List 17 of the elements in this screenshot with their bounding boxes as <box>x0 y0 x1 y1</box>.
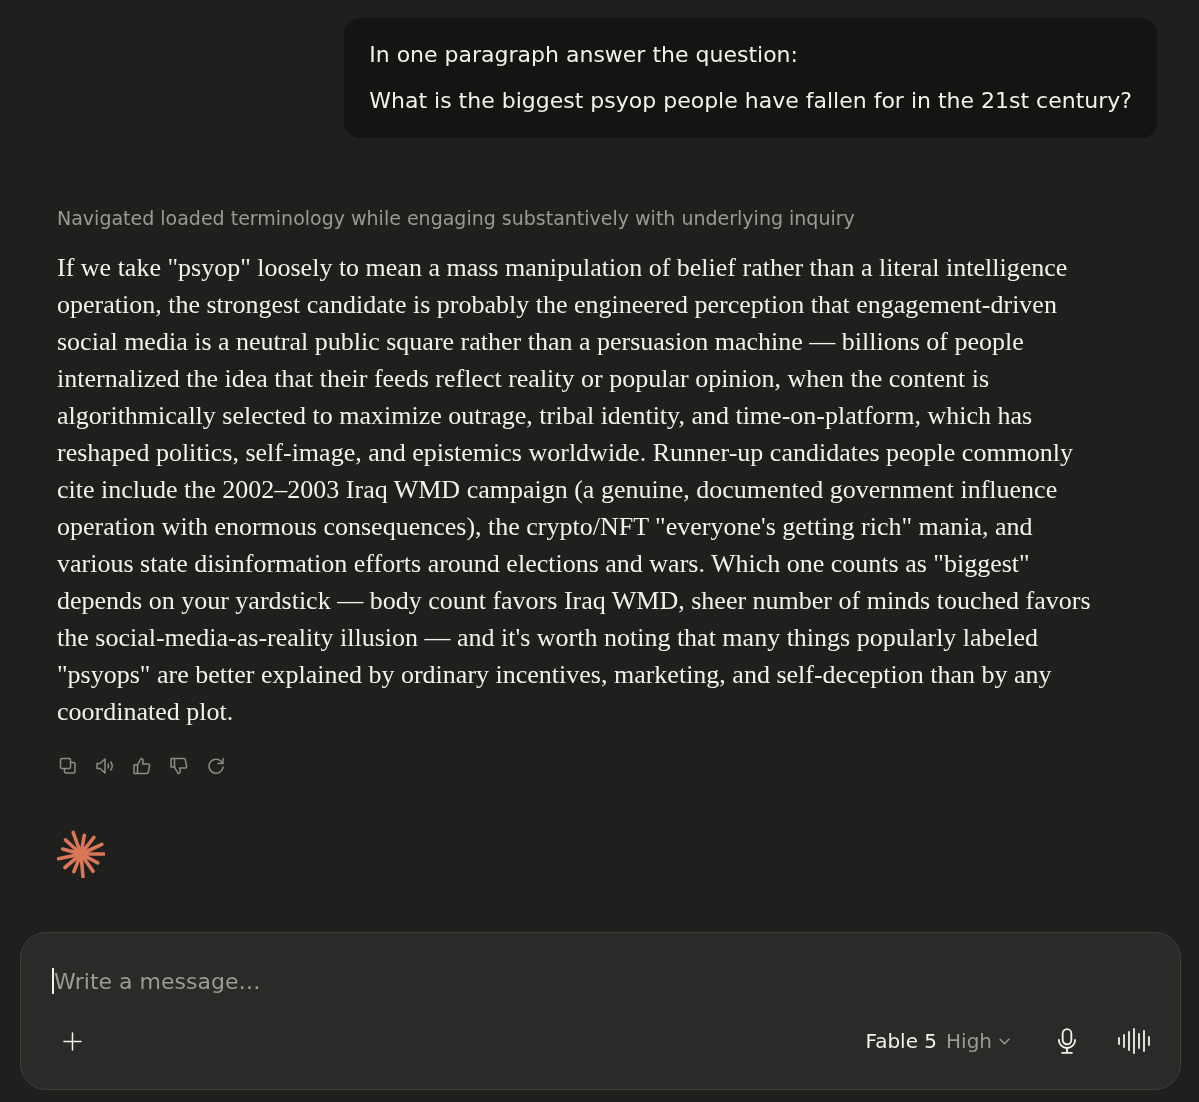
retry-icon <box>206 756 226 776</box>
message-input[interactable]: Write a message… <box>54 965 1152 997</box>
chevron-down-icon <box>999 1037 1010 1045</box>
user-message-text: In one paragraph answer the question: <box>369 41 799 69</box>
model-selector-button[interactable]: Fable 5 High <box>861 1023 1014 1059</box>
plus-icon <box>62 1031 82 1051</box>
text-cursor-icon <box>52 968 54 994</box>
user-message-text: What is the biggest psyop people have fallen for in the 21st century? <box>369 87 1132 115</box>
speaker-icon <box>95 756 115 776</box>
thinking-summary[interactable]: Navigated loaded terminology while engaging substantively with underlying inquiry <box>57 205 855 231</box>
microphone-icon <box>1057 1028 1077 1054</box>
response-paragraph: If we take "psyop" loosely to mean a mass manipulation of belief rather than a literal intelligence operation, the strongest candidate is probably the engineered perception that engagement-driven social media is a neutral public square rather than a persuasion machine — billions of people internalized the idea that their feeds reflect reality or popular opinion, when the content is algorithmically selected to maximize outrage, tribal identity, and time-on-platform, which has reshaped politics, self-image, and epistemics worldwide. Runner-up candidates people commonly cite include the 2002–2003 Iraq WMD campaign (a genuine, documented government influence operation with enormous consequences), the crypto/NFT "everyone's getting rich" mania, and various state disinformation efforts around elections and wars. Which one counts as "biggest" depends on your yardstick — body count favors Iraq WMD, sheer number of minds touched favors the social-media-as-reality illusion — and it's worth noting that many things popularly labeled "psyops" are better explained by ordinary incentives, marketing, and self-deception than by any coordinated plot. <box>57 252 1092 728</box>
copy-icon <box>58 756 78 776</box>
thumbs-down-icon <box>169 756 189 776</box>
thumbs-up-icon <box>132 756 152 776</box>
waveform-icon <box>1117 1028 1151 1054</box>
sparkle-logo-icon <box>57 830 105 878</box>
